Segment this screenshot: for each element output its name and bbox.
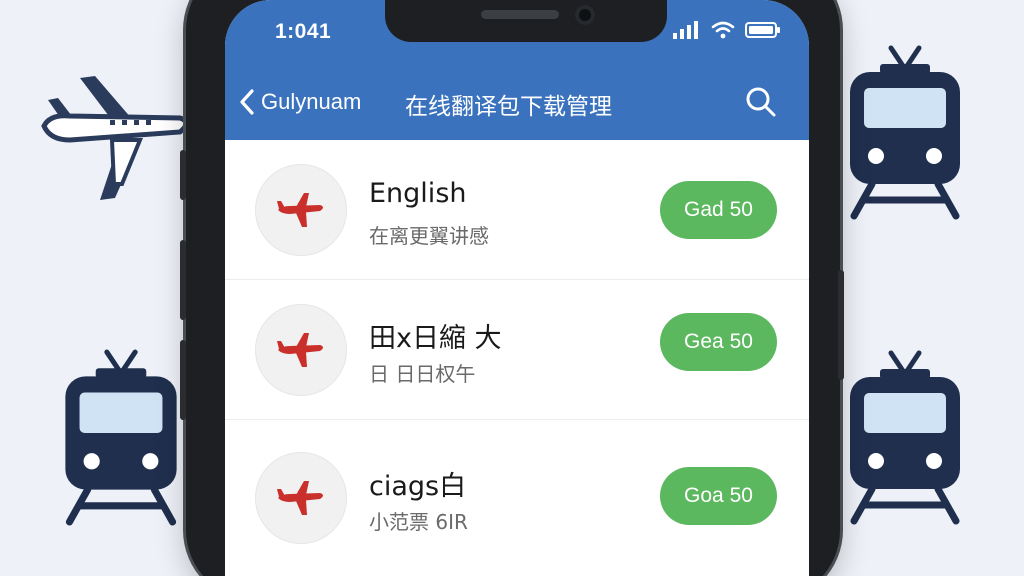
language-avatar <box>255 304 347 396</box>
language-name: English <box>369 178 467 209</box>
camera <box>575 5 595 25</box>
speaker <box>481 10 559 19</box>
airplane-icon <box>277 481 323 515</box>
app-screen: 1:041 Gulynuam 在线翻译包下载管理 English 在离更翼讲感 … <box>225 0 809 576</box>
phone-side-button <box>180 340 186 420</box>
wifi-icon <box>711 21 735 39</box>
download-button[interactable]: Goa 50 <box>660 467 777 525</box>
status-time: 1:041 <box>275 20 332 43</box>
train-icon <box>850 350 960 525</box>
nav-bar: Gulynuam 在线翻译包下载管理 <box>225 80 809 124</box>
phone-side-button <box>838 270 844 380</box>
language-name: ciags白 <box>369 471 467 502</box>
language-subtitle: 在离更翼讲感 <box>369 224 489 248</box>
signal-icon <box>673 21 698 39</box>
download-button[interactable]: Gea 50 <box>660 313 777 371</box>
language-subtitle: 日 日日权午 <box>369 362 476 386</box>
language-avatar <box>255 452 347 544</box>
list-item: 田x日縮 大 日 日日权午 Gea 50 <box>225 280 809 420</box>
phone-side-button <box>180 150 186 200</box>
back-label: Gulynuam <box>261 89 362 114</box>
page-title: 在线翻译包下载管理 <box>405 94 612 120</box>
battery-icon <box>745 22 780 38</box>
app-header: 1:041 Gulynuam 在线翻译包下载管理 <box>225 0 809 140</box>
phone-side-button <box>180 240 186 320</box>
train-icon <box>65 349 177 526</box>
train-icon <box>850 45 960 220</box>
language-subtitle: 小范票 6IR <box>369 510 468 534</box>
airplane-icon <box>277 333 323 367</box>
airplane-icon <box>277 193 323 227</box>
language-avatar <box>255 164 347 256</box>
list-item: ciags白 小范票 6IR Goa 50 <box>225 420 809 560</box>
airplane-icon <box>41 76 189 200</box>
language-name: 田x日縮 大 <box>369 323 502 354</box>
search-icon[interactable] <box>743 84 779 120</box>
download-button[interactable]: Gad 50 <box>660 181 777 239</box>
chevron-left-icon <box>240 89 254 115</box>
back-button[interactable]: Gulynuam <box>239 84 361 120</box>
notch <box>385 0 667 42</box>
status-icons <box>673 21 781 39</box>
list-item: English 在离更翼讲感 Gad 50 <box>225 140 809 280</box>
